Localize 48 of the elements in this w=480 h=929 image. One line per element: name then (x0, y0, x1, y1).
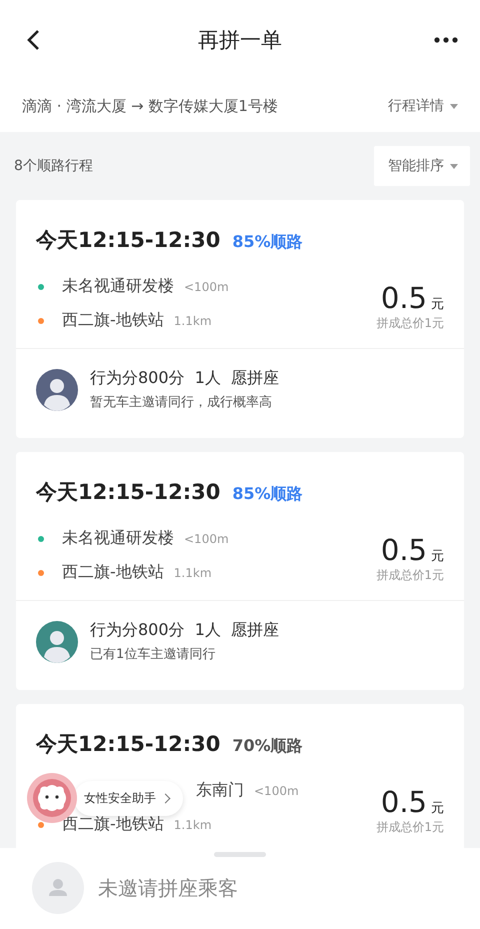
trip-card[interactable]: 今天12:15-12:30 85%顺路 未名视通研发楼 <100m 西二旗-地铁站 1.1km 0.5 元 拼成总价1元 行为分800分 1人 愿拼座 暂无车主邀请同行，成行概率高 (16, 200, 464, 438)
stop-distance: <100m (184, 280, 229, 294)
back-icon[interactable] (26, 29, 40, 51)
price: 0.5 (380, 533, 427, 567)
route-text: 滴滴 · 湾流大厦 → 数字传媒大厦1号楼 (22, 96, 278, 116)
stop-name: 未名视通研发楼 (62, 528, 174, 549)
stop-name: 西二旗-地铁站 (62, 310, 164, 331)
stop-distance: 1.1km (174, 818, 212, 832)
passenger-info: 行为分800分 1人 愿拼座 (90, 368, 280, 389)
dropoff-dot (38, 822, 44, 828)
pickup-dot (38, 536, 44, 542)
stop-distance: 1.1km (174, 314, 212, 328)
stop-distance: <100m (254, 784, 299, 798)
trip-time: 今天12:15-12:30 (36, 227, 220, 254)
total-price: 拼成总价1元 (376, 315, 444, 332)
passenger-info: 行为分800分 1人 愿拼座 (90, 620, 280, 641)
total-price: 拼成总价1元 (376, 567, 444, 584)
match-rate: 85%顺路 (232, 484, 303, 505)
dropoff-dot (38, 570, 44, 576)
price-unit: 元 (431, 800, 444, 817)
safety-assistant-button[interactable]: 女性安全助手 (74, 780, 183, 816)
trip-time: 今天12:15-12:30 (36, 731, 220, 758)
sort-dropdown[interactable]: 智能排序 (374, 146, 470, 186)
pickup-dot (38, 284, 44, 290)
trip-card[interactable]: 今天12:15-12:30 85%顺路 未名视通研发楼 <100m 西二旗-地铁站 1.1km 0.5 元 拼成总价1元 行为分800分 1人 愿拼座 已有1位车主邀请同行 (16, 452, 464, 690)
trip-time: 今天12:15-12:30 (36, 479, 220, 506)
match-rate: 70%顺路 (232, 736, 303, 757)
trip-count: 8个顺路行程 (14, 157, 93, 175)
stop-distance: 1.1km (174, 566, 212, 580)
user-placeholder-icon (32, 862, 84, 914)
match-rate: 85%顺路 (232, 232, 303, 253)
price-unit: 元 (431, 548, 444, 565)
passenger-note: 已有1位车主邀请同行 (90, 646, 216, 663)
trip-detail-link[interactable]: 行程详情 (388, 97, 458, 115)
price: 0.5 (380, 785, 427, 819)
stop-distance: <100m (184, 532, 229, 546)
stop-name: 西二旗-地铁站 (62, 562, 164, 583)
uninvited-passenger-label: 未邀请拼座乘客 (98, 874, 238, 902)
price: 0.5 (380, 281, 427, 315)
more-icon[interactable] (434, 37, 458, 43)
price-unit: 元 (431, 296, 444, 313)
page-title: 再拼一单 (197, 27, 283, 54)
stop-name: 未名视通研发楼 (62, 276, 174, 297)
stop-name: 西二旗-地铁站 (62, 814, 164, 835)
total-price: 拼成总价1元 (376, 819, 444, 836)
stop-name: 东南门 (196, 780, 244, 801)
dropoff-dot (38, 318, 44, 324)
passenger-note: 暂无车主邀请同行，成行概率高 (90, 394, 273, 411)
